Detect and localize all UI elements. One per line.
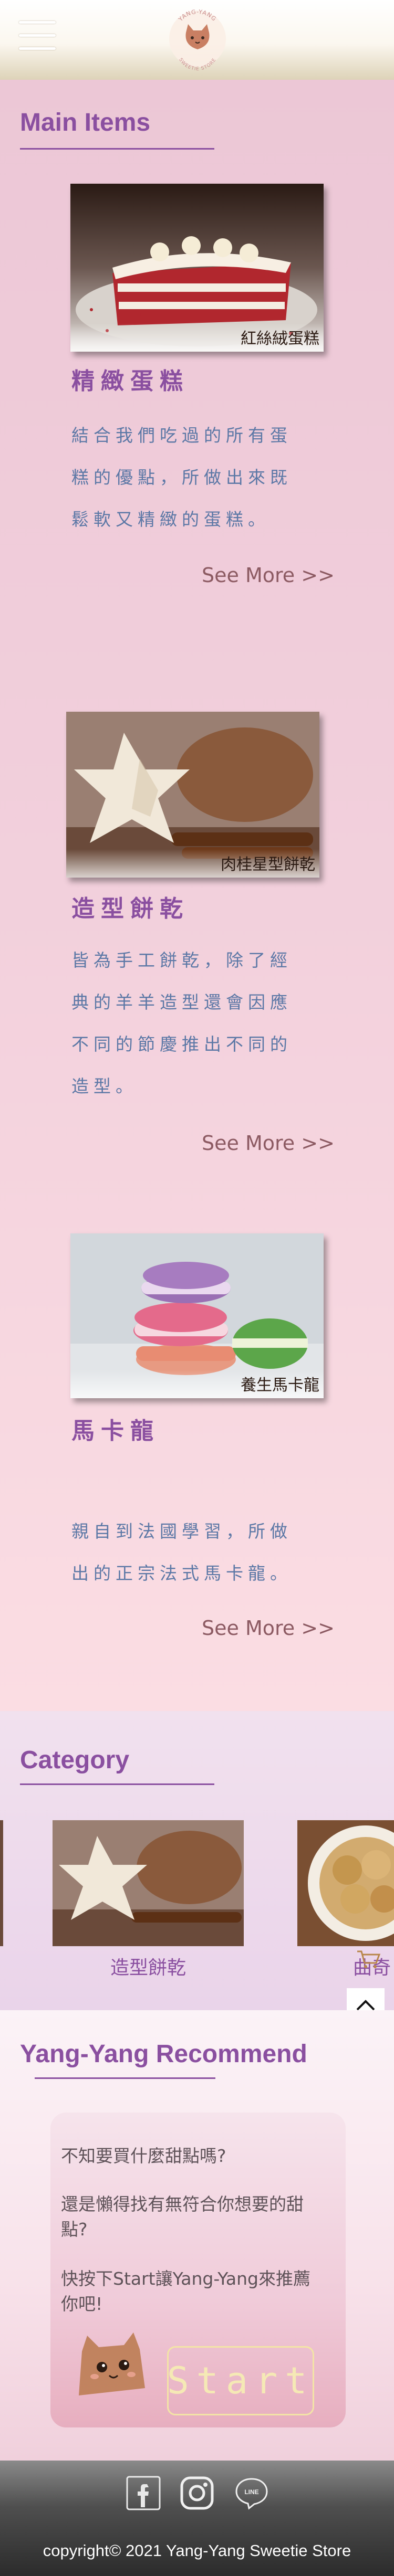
recommend-line-2a: 還是懶得找有無符合你想要的甜 [61,2194,304,2214]
site-header: YANG-YANG SWEETIE STORE [0,0,394,80]
see-more-link[interactable]: See More >> [202,1132,335,1155]
recommend-line-3a: 快按下Start讓Yang-Yang來推薦 [61,2268,311,2289]
category-label-cookie[interactable]: 造型餅乾 [110,1952,186,1980]
store-logo[interactable]: YANG-YANG SWEETIE STORE [167,7,228,72]
see-more-link[interactable]: See More >> [202,1617,335,1640]
line-icon-text: LINE [244,2488,258,2496]
recommend-line-2b: 點? [61,2219,88,2240]
recommend-title: Yang-Yang Recommend [20,2040,307,2068]
instagram-icon[interactable] [179,2475,215,2511]
sheep-mascot-icon [71,2330,150,2404]
desc-line: 鬆軟又精緻的蛋糕。 [71,509,270,530]
category-title: Category [20,1746,130,1774]
desc-line: 出的正宗法式馬卡龍。 [71,1563,292,1583]
desc-line: 不同的節慶推出不同的 [71,1034,292,1054]
photo-caption: 肉桂星型餅乾 [221,856,315,874]
desc-line: 皆為手工餅乾，除了經 [71,950,292,970]
cart-icon[interactable] [355,1948,381,1969]
category-card-biscuit[interactable] [297,1820,394,1946]
title-underline [20,148,214,150]
copyright-text: copyright© 2021 Yang-Yang Sweetie Store [43,2541,351,2560]
desc-line: 親自到法國學習，所做 [71,1521,292,1542]
recommend-line-2: 還是懶得找有無符合你想要的甜 點? [61,2192,304,2242]
line-icon[interactable]: LINE [233,2475,270,2511]
macaron-photo[interactable]: 養生馬卡龍 [70,1233,324,1398]
title-underline [20,1783,214,1785]
see-more-link[interactable]: See More >> [202,564,335,587]
item-name-cake: 精緻蛋糕 [71,368,189,395]
desc-line: 結合我們吃過的所有蛋 [71,425,292,446]
item-name-macaron: 馬卡龍 [71,1418,160,1444]
item-desc-cookie: 皆為手工餅乾，除了經 典的羊羊造型還會因應 不同的節慶推出不同的 造型。 [71,939,292,1107]
main-items-title: Main Items [20,109,151,136]
photo-caption: 養生馬卡龍 [241,1376,319,1395]
item-name-cookie: 造型餅乾 [71,895,189,922]
recommend-line-3: 快按下Start讓Yang-Yang來推薦 你吧! [61,2266,310,2317]
title-underline [35,2077,215,2079]
start-button[interactable]: Start [167,2346,314,2415]
cake-photo[interactable]: 紅絲絨蛋糕 [70,184,324,352]
photo-caption: 紅絲絨蛋糕 [241,330,319,348]
desc-line: 造型。 [71,1076,138,1096]
cookie-photo[interactable]: 肉桂星型餅乾 [66,712,319,878]
recommend-line-3b: 你吧! [61,2294,103,2314]
item-desc-macaron: 親自到法國學習，所做 出的正宗法式馬卡龍。 [71,1511,292,1595]
facebook-icon[interactable] [125,2475,162,2511]
desc-line: 典的羊羊造型還會因應 [71,992,292,1012]
category-card-cookie[interactable] [53,1820,244,1946]
hamburger-icon[interactable] [19,21,56,58]
recommend-line-1: 不知要買什麼甜點嗎? [61,2146,226,2166]
category-card-partial[interactable] [0,1820,3,1946]
item-desc-cake: 結合我們吃過的所有蛋 糕的優點，所做出來既 鬆軟又精緻的蛋糕。 [71,415,292,541]
desc-line: 糕的優點，所做出來既 [71,467,292,488]
